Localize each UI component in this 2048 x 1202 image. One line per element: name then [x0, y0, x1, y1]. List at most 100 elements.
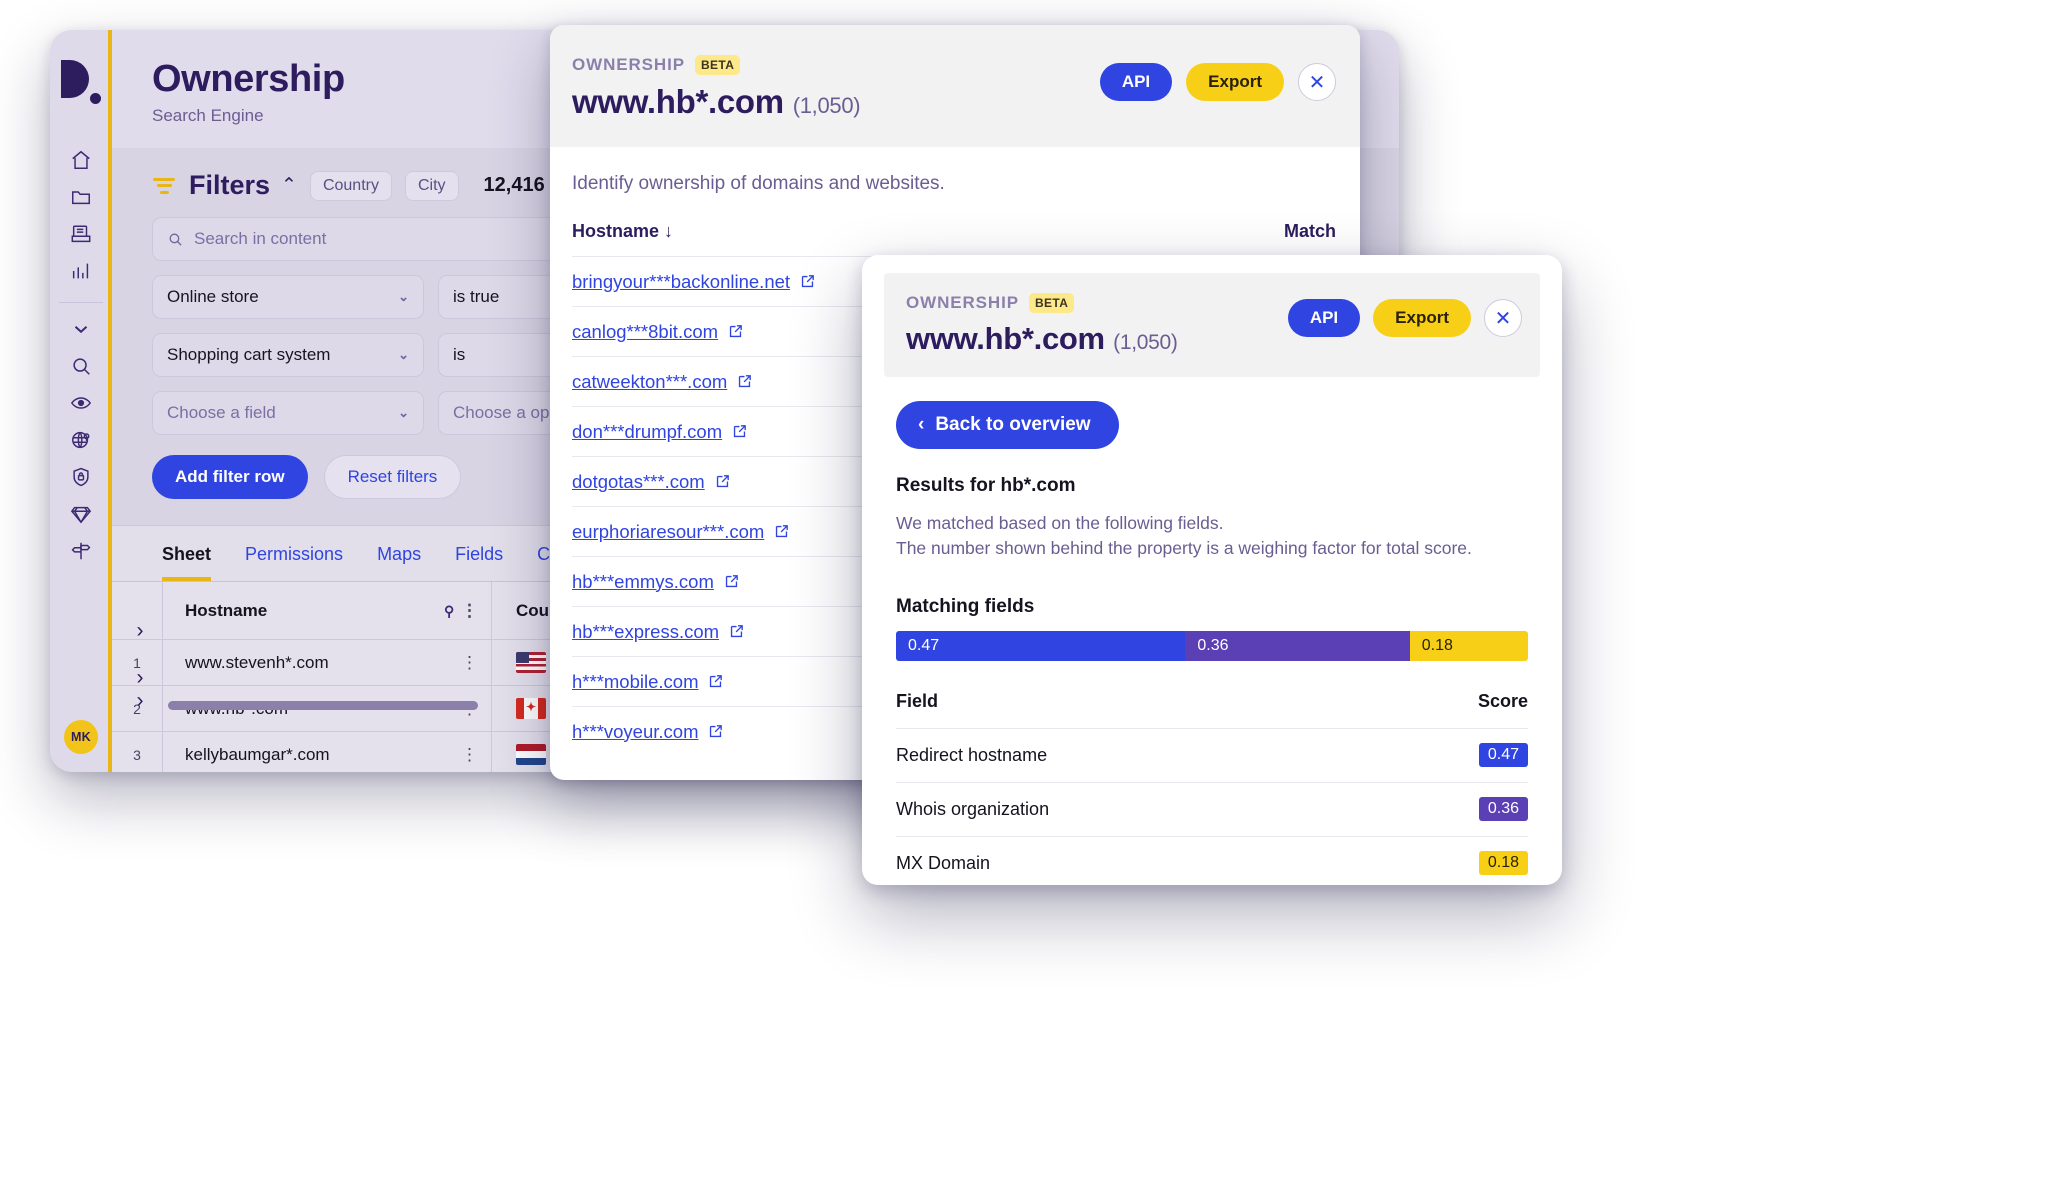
table-row: Redirect hostname 0.47: [896, 727, 1528, 782]
horizontal-scrollbar[interactable]: [168, 701, 478, 710]
matching-fields-bar: 0.47 0.36 0.18: [896, 630, 1528, 661]
eye-icon[interactable]: [65, 387, 97, 419]
match-detail-window: OWNERSHIP BETA www.hb*.com (1,050) API E…: [862, 255, 1562, 885]
row-menu-icon[interactable]: ⋮: [461, 653, 479, 673]
chevron-down-icon: ⌄: [398, 289, 409, 304]
detail-eyebrow-label: OWNERSHIP: [906, 293, 1019, 312]
bar-segment-redirect-hostname: 0.47: [896, 630, 1186, 661]
hostname-link[interactable]: dotgotas***.com: [572, 471, 705, 492]
external-link-icon[interactable]: [799, 273, 816, 290]
bar-segment-mx-domain: 0.18: [1409, 630, 1528, 661]
api-button[interactable]: API: [1287, 299, 1361, 337]
external-link-icon[interactable]: [714, 473, 731, 490]
filter-chip-city[interactable]: City: [404, 170, 459, 201]
chevron-left-icon: ‹: [918, 414, 925, 435]
tab-sheet[interactable]: Sheet: [162, 544, 212, 581]
hostname-link[interactable]: hb***emmys.com: [572, 571, 714, 592]
home-icon[interactable]: [65, 144, 97, 176]
close-icon[interactable]: ✕: [1298, 63, 1336, 101]
export-button[interactable]: Export: [1373, 299, 1471, 337]
column-header-hostname[interactable]: Hostname ↓: [572, 221, 673, 242]
column-header-score: Score: [1477, 690, 1528, 711]
filter-field-select-3[interactable]: Choose a field ⌄: [152, 391, 424, 435]
ownership-eyebrow-label: OWNERSHIP: [572, 55, 685, 74]
external-link-icon[interactable]: [707, 673, 724, 690]
row-menu-icon[interactable]: ⋮: [461, 745, 479, 765]
export-button[interactable]: Export: [1186, 63, 1284, 101]
filter-field-value-3: Choose a field: [167, 403, 276, 422]
flag-us-icon: [516, 652, 546, 673]
filter-field-value-1: Online store: [167, 287, 259, 306]
close-icon[interactable]: ✕: [1484, 299, 1522, 337]
field-name: MX Domain: [896, 852, 991, 873]
row-expand-button[interactable]: ›: [112, 608, 168, 654]
detail-actions: API Export ✕: [1287, 299, 1522, 337]
chevron-down-icon[interactable]: [65, 313, 97, 345]
external-link-icon[interactable]: [727, 323, 744, 340]
results-line-2: The number shown behind the property is …: [896, 538, 1472, 559]
hostname-link[interactable]: h***voyeur.com: [572, 721, 698, 742]
screenshot-stage: MK Ownership Search Engine Filters ⌃ Cou…: [0, 0, 2048, 1202]
cell-hostname[interactable]: kellybaumgar*.com ⋮: [162, 732, 492, 772]
external-link-icon[interactable]: [707, 723, 724, 740]
back-to-overview-button[interactable]: ‹ Back to overview: [896, 401, 1119, 449]
hostname-link[interactable]: catweekton***.com: [572, 371, 727, 392]
add-filter-row-button[interactable]: Add filter row: [152, 455, 308, 499]
filter-field-select-2[interactable]: Shopping cart system ⌄: [152, 333, 424, 377]
filters-label: Filters: [189, 170, 271, 200]
external-link-icon[interactable]: [728, 623, 745, 640]
search-icon[interactable]: [65, 350, 97, 382]
pin-icon[interactable]: ⚲: [444, 603, 454, 619]
hostname-link[interactable]: hb***express.com: [572, 621, 719, 642]
external-link-icon[interactable]: [723, 573, 740, 590]
hostname-link[interactable]: canlog***8bit.com: [572, 321, 718, 342]
field-score: 0.47: [1478, 743, 1528, 768]
globe-pin-icon[interactable]: [65, 424, 97, 456]
row-expand-button[interactable]: ›: [112, 678, 168, 724]
folder-icon[interactable]: [65, 181, 97, 213]
api-button[interactable]: API: [1099, 63, 1173, 101]
bar-chart-icon[interactable]: [65, 255, 97, 287]
external-link-icon[interactable]: [731, 423, 748, 440]
external-link-icon[interactable]: [773, 523, 790, 540]
hostname-link[interactable]: eurphoriaresour***.com: [572, 521, 764, 542]
detail-body: ‹ Back to overview Results for hb*.com W…: [862, 377, 1562, 885]
ownership-result-count: (1,050): [792, 93, 861, 118]
chevron-up-icon[interactable]: ⌃: [281, 176, 297, 195]
tab-permissions[interactable]: Permissions: [245, 544, 343, 581]
back-to-overview-label: Back to overview: [935, 414, 1091, 435]
column-header-hostname[interactable]: Hostname ⚲ ⋮: [162, 582, 492, 639]
reset-filters-button[interactable]: Reset filters: [323, 455, 462, 499]
signpost-icon[interactable]: [65, 535, 97, 567]
cell-hostname[interactable]: www.stevenh*.com ⋮: [162, 640, 492, 685]
filter-operator-value-1: is true: [453, 287, 500, 306]
search-icon: [169, 233, 182, 246]
tab-fields[interactable]: Fields: [455, 544, 503, 581]
detail-result-count: (1,050): [1113, 331, 1178, 354]
rail-divider-line: [59, 302, 103, 303]
shield-lock-icon[interactable]: [65, 461, 97, 493]
column-menu-icon[interactable]: ⋮: [461, 601, 479, 620]
diamond-icon[interactable]: [65, 498, 97, 530]
avatar[interactable]: MK: [64, 720, 98, 754]
beta-badge: BETA: [694, 55, 741, 75]
ownership-panel-header: OWNERSHIP BETA www.hb*.com (1,050) API E…: [550, 25, 1360, 147]
tab-maps[interactable]: Maps: [377, 544, 421, 581]
results-line-1: We matched based on the following fields…: [896, 513, 1224, 533]
hostname-link[interactable]: bringyour***backonline.net: [572, 271, 790, 293]
matching-fields-heading: Matching fields: [896, 595, 1035, 617]
filter-field-select-1[interactable]: Online store ⌄: [152, 275, 424, 319]
field-name: Redirect hostname: [896, 744, 1048, 765]
app-logo[interactable]: [61, 60, 101, 104]
hostname-link[interactable]: don***drumpf.com: [572, 421, 722, 442]
chevron-down-icon: ⌄: [398, 347, 409, 362]
flag-nl-icon: [516, 744, 546, 765]
filter-chip-country[interactable]: Country: [309, 170, 392, 201]
filter-icon: [152, 176, 176, 196]
archive-icon[interactable]: [65, 218, 97, 250]
ownership-title-text: www.hb*.com: [572, 83, 784, 120]
detail-title-text: www.hb*.com: [906, 321, 1105, 356]
hostname-link[interactable]: h***mobile.com: [572, 671, 698, 692]
column-header-field: Field: [896, 690, 939, 711]
external-link-icon[interactable]: [736, 373, 753, 390]
